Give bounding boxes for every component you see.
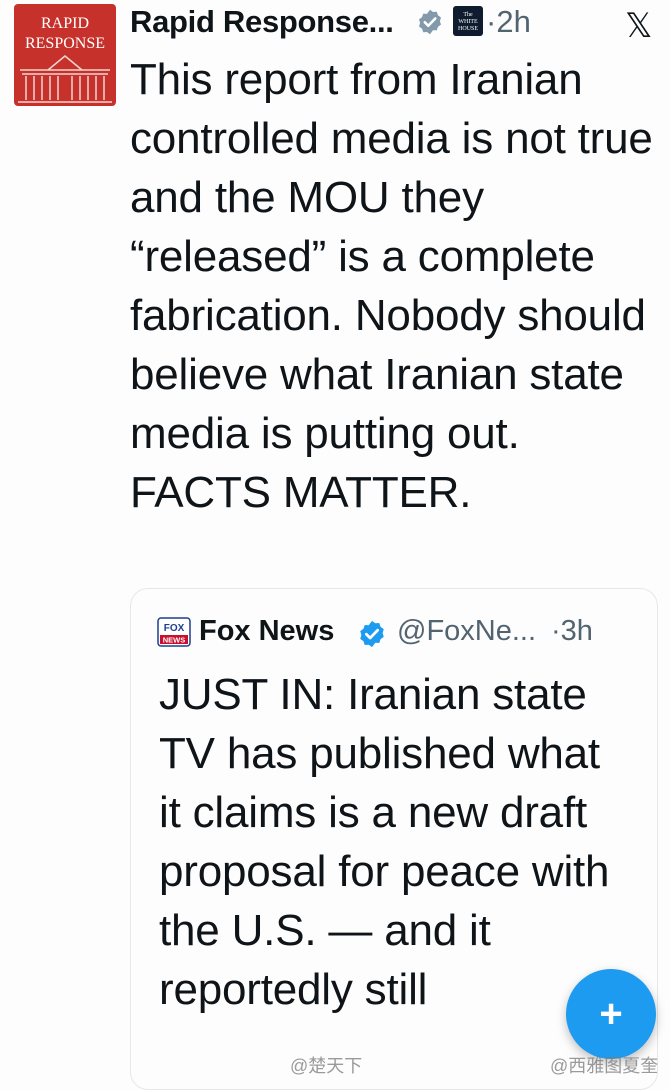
watermark-right: @西雅图夏奎 (550, 1056, 659, 1076)
quoted-tweet-text: JUST IN: Iranian state TV has published … (159, 670, 610, 1014)
x-logo-icon: 𝕏 (625, 7, 653, 45)
svg-text:FOX: FOX (164, 623, 185, 634)
fox-news-logo-icon: FOX NEWS (157, 617, 191, 647)
verified-badge-icon[interactable] (357, 619, 387, 649)
quoted-author-handle[interactable]: @FoxNe... (397, 615, 536, 648)
compose-plus-icon[interactable]: + (566, 969, 656, 1059)
tweet-time[interactable]: ·2h (486, 4, 531, 40)
compose-button-label: + (599, 991, 623, 1036)
tweet-text: This report from Iranian controlled medi… (130, 55, 653, 517)
quoted-author-name[interactable]: Fox News (199, 615, 334, 648)
white-house-affiliate-badge[interactable]: The WHITE HOUSE (453, 6, 483, 36)
svg-text:NEWS: NEWS (163, 636, 186, 645)
author-name[interactable]: Rapid Response... (130, 4, 394, 40)
quoted-tweet-time[interactable]: ·3h (551, 615, 593, 648)
avatar-logo-text: RAPID RESPONSE (24, 15, 106, 52)
white-house-illustration (18, 55, 112, 103)
verified-badge-icon[interactable] (416, 8, 444, 36)
tweet-header: Rapid Response... The WHITE HOUSE ·2h 𝕏 (130, 0, 670, 48)
rapid-response-avatar[interactable]: RAPID RESPONSE (14, 4, 116, 106)
watermark-left: @楚天下 (290, 1056, 363, 1076)
